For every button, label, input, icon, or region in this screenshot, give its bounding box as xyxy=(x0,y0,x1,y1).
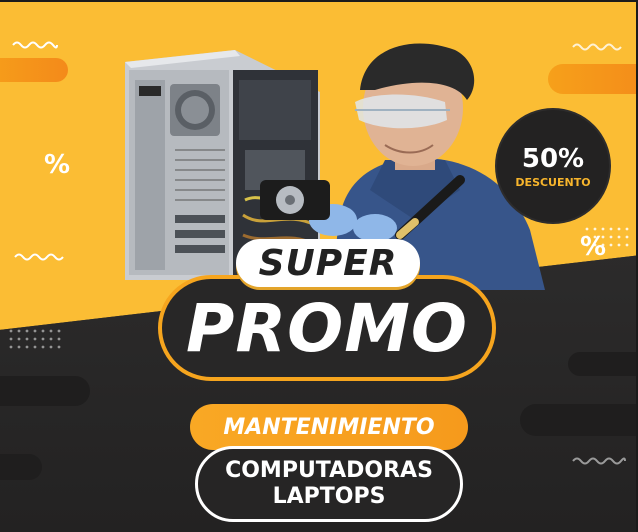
discount-badge-value: 50% xyxy=(521,143,585,174)
service-label: MANTENIMIENTO xyxy=(223,414,435,440)
decor-squiggle-top-left xyxy=(12,41,58,49)
decor-dots-left xyxy=(9,329,61,349)
service-pill: MANTENIMIENTO xyxy=(190,404,468,450)
decor-squiggle-bottom-right xyxy=(572,457,626,465)
percent-icon-left: % xyxy=(44,150,71,180)
promo-title: PROMO xyxy=(185,289,469,367)
devices-pill: COMPUTADORAS LAPTOPS xyxy=(195,446,463,522)
promo-title-pill: PROMO xyxy=(158,275,496,381)
decor-squiggle-right xyxy=(572,43,622,51)
decor-pill-right-dark xyxy=(568,352,638,376)
promo-poster: % % 50% DESCUENTO PROMO SUPER MANTENIMIE… xyxy=(0,0,638,532)
discount-badge-label: DESCUENTO xyxy=(515,175,591,189)
percent-icon-right: % xyxy=(580,232,607,262)
super-label: SUPER xyxy=(258,242,398,284)
discount-badge: 50% DESCUENTO xyxy=(497,110,609,222)
frame-top-edge xyxy=(0,0,638,2)
devices-line-1: COMPUTADORAS xyxy=(225,458,433,483)
decor-pill-left-dark xyxy=(0,376,90,406)
decor-pill-right-dark-2 xyxy=(520,404,638,436)
decor-squiggle-left-mid xyxy=(14,253,64,261)
decor-pill-left-orange xyxy=(0,58,68,82)
decor-pill-right-orange xyxy=(548,64,638,94)
devices-line-2: LAPTOPS xyxy=(272,484,386,509)
decor-pill-left-dark-small xyxy=(0,454,42,480)
super-label-pill: SUPER xyxy=(236,239,420,287)
